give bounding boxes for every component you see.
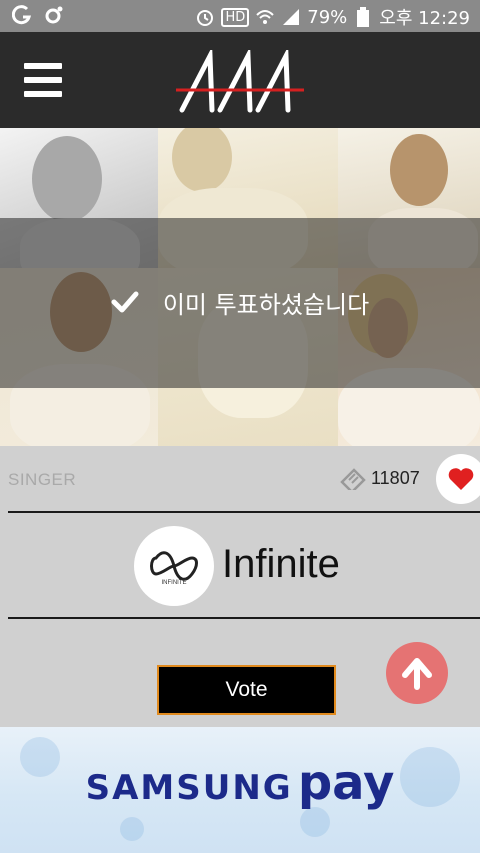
aaa-logo-icon[interactable]: [176, 50, 306, 114]
divider-top: [8, 511, 480, 513]
favorite-heart-button[interactable]: [436, 454, 480, 504]
divider-bottom: [8, 617, 480, 619]
app-header: [0, 32, 480, 128]
singer-info-row: SINGER 11807: [0, 446, 480, 512]
vote-count: 11807: [371, 468, 420, 488]
artist-name: Infinite: [222, 542, 340, 586]
vote-button[interactable]: Vote: [157, 665, 336, 715]
hamburger-menu-icon[interactable]: [24, 63, 62, 97]
wifi-icon: [255, 7, 275, 27]
samsung-pay-ad-banner[interactable]: SAMSUNG pay: [0, 727, 480, 853]
ticket-icon: [340, 468, 366, 490]
battery-icon: [353, 7, 373, 27]
ad-brand-pay: pay: [297, 755, 395, 811]
checkmark-icon: [111, 291, 139, 313]
battery-percent: 79%: [307, 6, 348, 28]
already-voted-message: 이미 투표하셨습니다: [162, 290, 370, 319]
artist-card: INFINITE Infinite: [0, 514, 480, 618]
heart-icon: [448, 468, 474, 490]
ad-brand-samsung: SAMSUNG: [85, 768, 293, 808]
alarm-icon: [195, 7, 215, 27]
arrow-up-icon: [402, 658, 432, 690]
ad-brand: SAMSUNG pay: [0, 755, 480, 811]
artist-banner-image: 이미 투표하셨습니다: [0, 128, 480, 446]
signal-icon: [281, 7, 301, 27]
voted-overlay: 이미 투표하셨습니다: [0, 218, 480, 388]
app-notification-icon: [12, 5, 32, 25]
category-label: SINGER: [8, 470, 77, 489]
status-bar: HD 79% 오후 12:29: [0, 0, 480, 32]
app-notification-icon-2: [44, 5, 64, 25]
artist-logo-caption: INFINITE: [162, 580, 187, 586]
clock: 오후 12:29: [379, 8, 470, 29]
scroll-to-top-button[interactable]: [386, 642, 448, 704]
hd-voice-badge: HD: [221, 7, 250, 27]
artist-logo: INFINITE: [134, 526, 214, 606]
